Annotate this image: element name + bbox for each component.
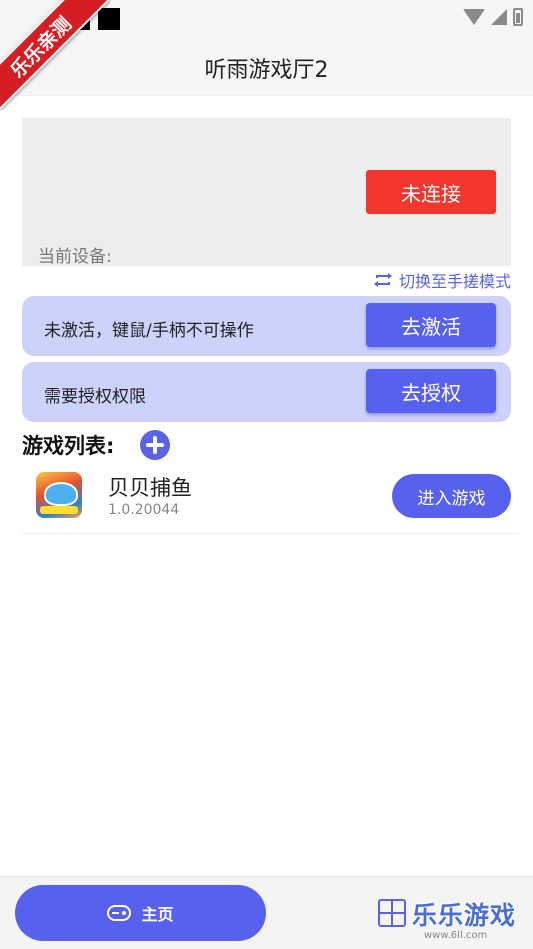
- corner-ribbon: 乐乐亲测: [0, 0, 110, 110]
- current-device-label: 当前设备:: [38, 247, 112, 267]
- switch-mode-label: 切换至手搓模式: [398, 272, 511, 291]
- game-version: 1.0.20044: [108, 502, 180, 518]
- device-panel: 未连接 当前设备:: [22, 118, 511, 267]
- activation-card: 未激活，键鼠/手柄不可操作 去激活: [22, 296, 511, 356]
- activation-status-text: 未激活，键鼠/手柄不可操作: [44, 321, 254, 341]
- watermark-logo: 乐乐游戏: [412, 901, 517, 930]
- game-name: 贝贝捕鱼: [108, 476, 192, 500]
- enter-game-button[interactable]: 进入游戏: [392, 474, 511, 518]
- plus-circle-icon[interactable]: [140, 430, 170, 460]
- game-list-title: 游戏列表:: [22, 434, 115, 458]
- swap-icon: [373, 273, 392, 287]
- activate-button[interactable]: 去激活: [366, 303, 496, 347]
- grid-icon[interactable]: [378, 899, 406, 927]
- watermark: 乐乐游戏 www.6ll.com: [412, 896, 533, 949]
- permission-status-text: 需要授权权限: [44, 387, 146, 407]
- permission-card: 需要授权权限 去授权: [22, 362, 511, 422]
- ribbon-text: 乐乐亲测: [0, 0, 110, 110]
- list-item: 贝贝捕鱼 1.0.20044 进入游戏: [22, 466, 519, 534]
- gamepad-icon: [107, 905, 132, 921]
- connect-button[interactable]: 未连接: [366, 170, 496, 214]
- wifi-icon: [463, 9, 485, 25]
- game-app-icon: [36, 472, 82, 518]
- tab-home[interactable]: 主页: [15, 885, 266, 941]
- switch-mode-link[interactable]: 切换至手搓模式: [373, 268, 511, 292]
- tab-home-label: 主页: [141, 905, 174, 924]
- authorize-button[interactable]: 去授权: [366, 369, 496, 413]
- battery-icon: [513, 8, 523, 26]
- signal-icon: [491, 9, 507, 25]
- status-icons: [463, 8, 523, 26]
